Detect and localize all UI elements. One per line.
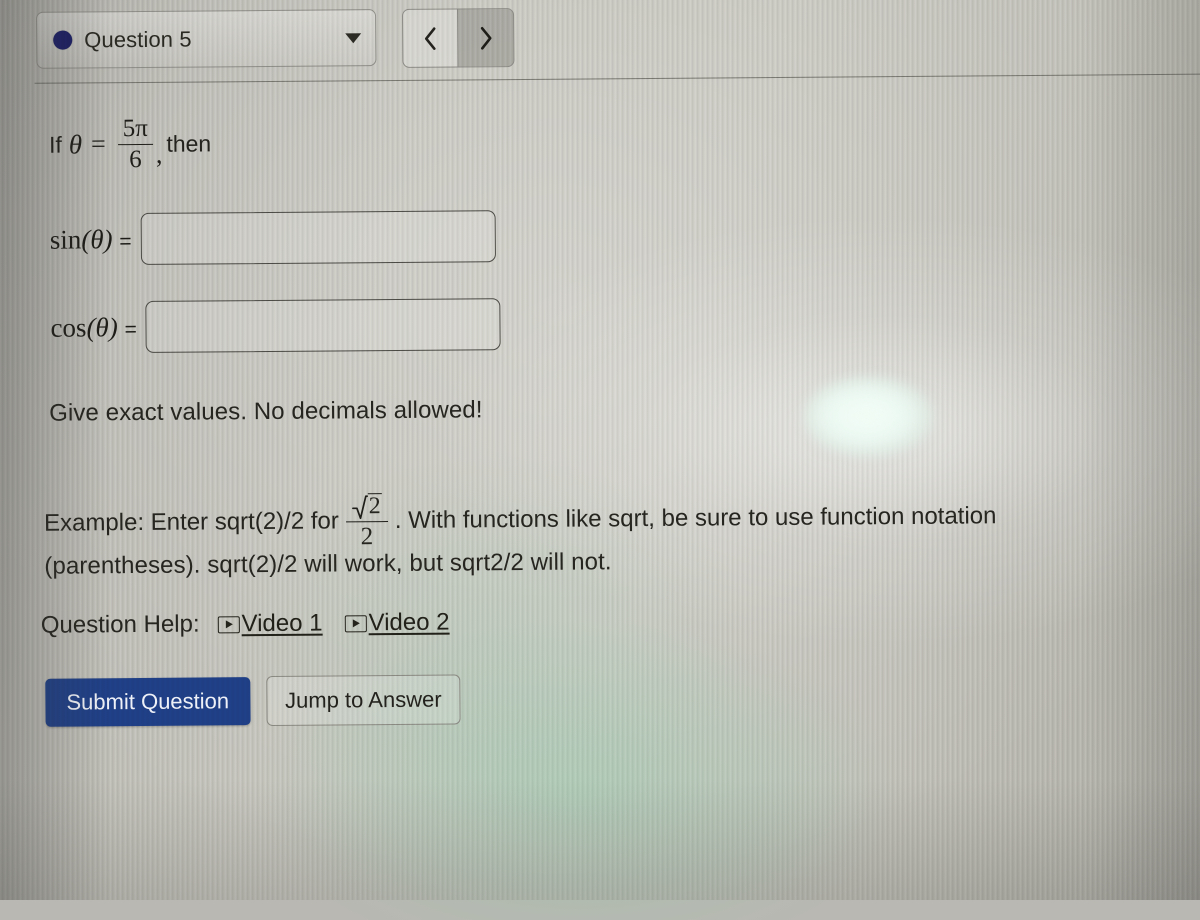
- example-radicand: 2: [367, 493, 382, 520]
- sin-answer-row: sin(θ) =: [50, 210, 496, 265]
- example-fraction-bar: [345, 521, 388, 523]
- question-status-dot-icon: [53, 30, 73, 50]
- play-video-icon: [344, 614, 367, 632]
- question-help-row: Question Help: Video 1 Video 2: [41, 608, 472, 639]
- cos-answer-row: cos(θ) =: [50, 298, 501, 354]
- cos-answer-label: cos(θ) =: [50, 312, 137, 344]
- page-content: Question 5 If θ = 5π 6 , then sin(θ) = c…: [0, 0, 1200, 900]
- action-button-row: Submit Question Jump to Answer: [45, 674, 461, 727]
- chevron-left-icon: [424, 26, 436, 50]
- exact-values-note: Give exact values. No decimals allowed!: [49, 396, 483, 427]
- video-1-label: Video 1: [241, 609, 323, 638]
- example-note-line2: (parentheses). sqrt(2)/2 will work, but …: [44, 548, 612, 580]
- header-divider: [34, 73, 1200, 84]
- next-question-button[interactable]: [458, 9, 514, 67]
- example-fraction-denominator: 2: [360, 523, 374, 551]
- cos-function-name: cos: [50, 311, 87, 343]
- question-help-label: Question Help:: [40, 610, 200, 639]
- question-selector-dropdown[interactable]: Question 5: [36, 9, 377, 69]
- example-fraction: 2 2: [345, 493, 388, 551]
- question-nav-group: [402, 8, 515, 68]
- example-prefix-text: Example: Enter sqrt(2)/2 for: [43, 507, 339, 537]
- sin-function-name: sin: [49, 223, 82, 255]
- question-prompt: If θ = 5π 6 , then: [48, 114, 212, 173]
- sin-equals-sign: =: [119, 229, 132, 253]
- prompt-fraction: 5π 6: [117, 114, 154, 173]
- cos-answer-input[interactable]: [145, 298, 501, 353]
- video-2-label: Video 2: [368, 608, 450, 637]
- jump-to-answer-button[interactable]: Jump to Answer: [265, 674, 461, 727]
- chevron-down-icon: [345, 32, 362, 43]
- video-1-link[interactable]: Video 1: [217, 609, 323, 639]
- prompt-comma: ,: [155, 139, 163, 169]
- play-video-icon: [217, 615, 240, 633]
- sin-answer-input[interactable]: [140, 210, 496, 265]
- prompt-if-text: If: [48, 131, 62, 158]
- prompt-then-text: then: [166, 129, 212, 157]
- cos-equals-sign: =: [124, 317, 137, 341]
- question-navigation-bar: Question 5: [36, 8, 515, 71]
- previous-question-button[interactable]: [403, 9, 459, 67]
- submit-question-button[interactable]: Submit Question: [45, 677, 251, 727]
- cos-argument: (θ): [86, 311, 118, 342]
- square-root-icon: [351, 495, 368, 520]
- question-selector-label: Question 5: [84, 26, 192, 52]
- video-2-link[interactable]: Video 2: [344, 608, 450, 638]
- sin-argument: (θ): [81, 223, 113, 254]
- fraction-bar: [117, 143, 153, 145]
- chevron-right-icon: [480, 26, 492, 50]
- example-fraction-numerator-group: 2: [351, 493, 382, 520]
- sin-answer-label: sin(θ) =: [50, 224, 132, 256]
- prompt-fraction-denominator: 6: [129, 145, 142, 173]
- example-note-line1: Example: Enter sqrt(2)/2 for 2 2 . With …: [44, 488, 997, 552]
- example-suffix-text: . With functions like sqrt, be sure to u…: [394, 502, 997, 535]
- prompt-theta-symbol: θ: [68, 128, 83, 160]
- prompt-equals-sign: =: [90, 129, 106, 159]
- prompt-fraction-numerator: 5π: [122, 114, 148, 143]
